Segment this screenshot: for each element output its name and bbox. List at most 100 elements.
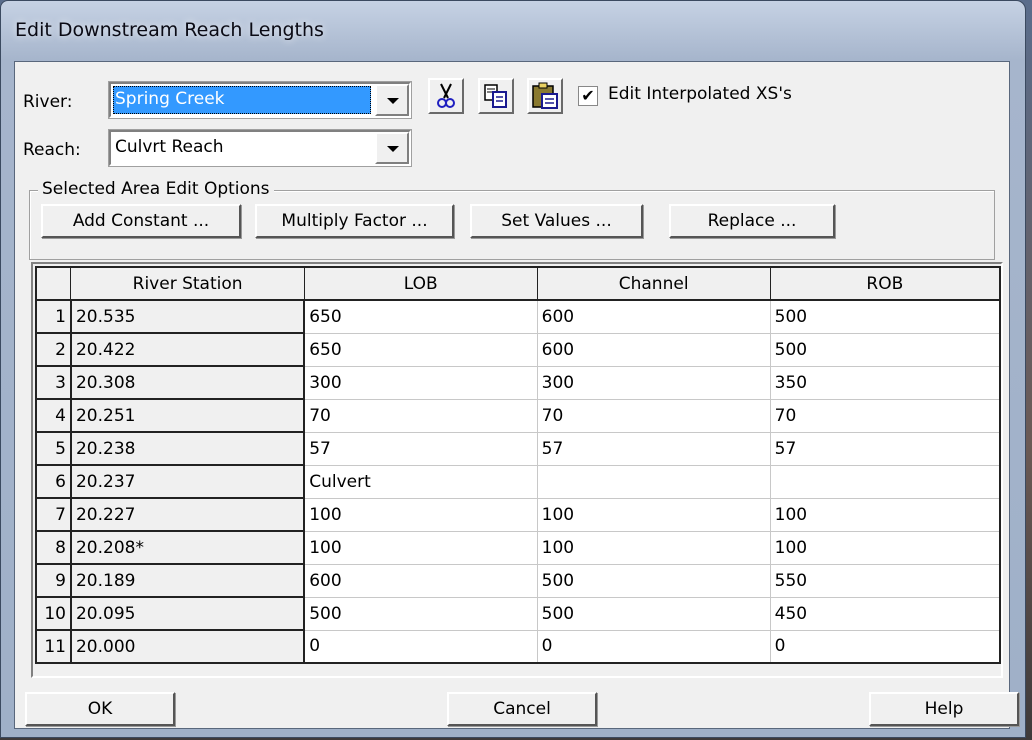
table-row: 9 20.189 600 500 550: [36, 564, 1001, 598]
cancel-button[interactable]: Cancel: [447, 692, 597, 726]
lob-cell[interactable]: 57: [304, 432, 538, 466]
reach-lengths-grid: River Station LOB Channel ROB 1 20.535 650…: [31, 262, 1003, 678]
edit-interpolated-checkbox[interactable]: ✔: [578, 86, 598, 106]
rob-cell[interactable]: 500: [770, 333, 1001, 367]
river-station-cell: 20.095: [70, 597, 306, 631]
rob-cell[interactable]: 550: [770, 564, 1001, 598]
reach-select-value: Culvrt Reach: [115, 137, 224, 157]
lob-cell[interactable]: 500: [304, 597, 538, 631]
reach-select[interactable]: Culvrt Reach: [108, 129, 412, 167]
table-row: 6 20.237 Culvert: [36, 465, 1001, 499]
table-row: 4 20.251 70 70 70: [36, 399, 1001, 433]
lob-cell[interactable]: 70: [304, 399, 538, 433]
multiply-factor-button[interactable]: Multiply Factor ...: [255, 204, 454, 238]
row-number: 6: [36, 465, 72, 499]
channel-cell[interactable]: 100: [537, 531, 771, 565]
rob-cell[interactable]: 0: [770, 630, 1001, 664]
add-constant-button[interactable]: Add Constant ...: [41, 204, 241, 238]
rob-cell[interactable]: 500: [770, 300, 1001, 334]
table-row: 7 20.227 100 100 100: [36, 498, 1001, 532]
channel-cell[interactable]: [537, 465, 771, 499]
lob-cell[interactable]: 650: [304, 333, 538, 367]
paste-icon: [532, 82, 558, 109]
row-number: 5: [36, 432, 72, 466]
table-row: 1 20.535 650 600 500: [36, 300, 1001, 334]
rob-cell[interactable]: 70: [770, 399, 1001, 433]
edit-options-legend: Selected Area Edit Options: [38, 179, 274, 199]
lob-cell[interactable]: 600: [304, 564, 538, 598]
rob-cell[interactable]: [770, 465, 1001, 499]
river-station-cell: 20.000: [70, 630, 306, 664]
row-number: 2: [36, 333, 72, 367]
channel-cell[interactable]: 500: [537, 564, 771, 598]
ok-button[interactable]: OK: [25, 692, 175, 726]
row-number: 10: [36, 597, 72, 631]
rob-cell[interactable]: 57: [770, 432, 1001, 466]
lob-cell[interactable]: 100: [304, 531, 538, 565]
river-station-cell: 20.237: [70, 465, 306, 499]
row-number: 3: [36, 366, 72, 400]
rob-cell[interactable]: 450: [770, 597, 1001, 631]
river-label: River:: [23, 92, 73, 112]
edit-interpolated-label: Edit Interpolated XS's: [608, 84, 792, 104]
row-number: 4: [36, 399, 72, 433]
table-row: 11 20.000 0 0 0: [36, 630, 1001, 664]
column-header-river-station[interactable]: River Station: [70, 266, 305, 301]
paste-button[interactable]: [527, 78, 563, 114]
river-dropdown-arrow-icon[interactable]: [375, 84, 409, 116]
set-values-button[interactable]: Set Values ...: [470, 204, 643, 238]
channel-cell[interactable]: 100: [537, 498, 771, 532]
scissors-icon: [437, 83, 455, 108]
lob-cell[interactable]: 100: [304, 498, 538, 532]
river-station-cell: 20.189: [70, 564, 306, 598]
reach-lengths-table: River Station LOB Channel ROB 1 20.535 650…: [35, 266, 1001, 664]
channel-cell[interactable]: 600: [537, 300, 771, 334]
table-header-row: River Station LOB Channel ROB: [35, 266, 1001, 301]
channel-cell[interactable]: 70: [537, 399, 771, 433]
table-row: 10 20.095 500 500 450: [36, 597, 1001, 631]
copy-button[interactable]: [478, 78, 514, 114]
reach-label: Reach:: [23, 140, 81, 160]
window-title: Edit Downstream Reach Lengths: [15, 19, 324, 41]
channel-cell[interactable]: 600: [537, 333, 771, 367]
river-select-value: Spring Creek: [113, 86, 371, 114]
column-header-rob[interactable]: ROB: [769, 266, 1001, 301]
channel-cell[interactable]: 0: [537, 630, 771, 664]
river-station-cell: 20.238: [70, 432, 306, 466]
row-number: 8: [36, 531, 72, 565]
column-header-channel[interactable]: Channel: [536, 266, 771, 301]
row-number: 9: [36, 564, 72, 598]
river-station-cell: 20.422: [70, 333, 306, 367]
rob-cell[interactable]: 350: [770, 366, 1001, 400]
cut-button[interactable]: [428, 78, 464, 114]
rob-cell[interactable]: 100: [770, 531, 1001, 565]
help-button[interactable]: Help: [869, 692, 1019, 726]
reach-dropdown-arrow-icon[interactable]: [375, 132, 409, 164]
river-select[interactable]: Spring Creek: [108, 81, 412, 119]
copy-icon: [484, 84, 507, 108]
rob-cell[interactable]: 100: [770, 498, 1001, 532]
channel-cell[interactable]: 500: [537, 597, 771, 631]
river-station-cell: 20.208*: [70, 531, 306, 565]
table-row: 5 20.238 57 57 57: [36, 432, 1001, 466]
lob-cell[interactable]: 0: [304, 630, 538, 664]
channel-cell[interactable]: 300: [537, 366, 771, 400]
table-row: 2 20.422 650 600 500: [36, 333, 1001, 367]
channel-cell[interactable]: 57: [537, 432, 771, 466]
column-header-lob[interactable]: LOB: [303, 266, 538, 301]
river-station-cell: 20.251: [70, 399, 306, 433]
column-header-row-number: [35, 266, 72, 301]
river-station-cell: 20.308: [70, 366, 306, 400]
title-bar[interactable]: Edit Downstream Reach Lengths: [1, 1, 1025, 59]
row-number: 11: [36, 630, 72, 664]
dialog-client: River: Spring Creek ✔ Edit Interpolated …: [14, 61, 1019, 729]
row-number: 7: [36, 498, 72, 532]
river-station-cell: 20.535: [70, 300, 306, 334]
table-row: 3 20.308 300 300 350: [36, 366, 1001, 400]
replace-button[interactable]: Replace ...: [669, 204, 835, 238]
table-row: 8 20.208* 100 100 100: [36, 531, 1001, 565]
lob-cell[interactable]: Culvert: [304, 465, 538, 499]
river-station-cell: 20.227: [70, 498, 306, 532]
lob-cell[interactable]: 300: [304, 366, 538, 400]
lob-cell[interactable]: 650: [304, 300, 538, 334]
